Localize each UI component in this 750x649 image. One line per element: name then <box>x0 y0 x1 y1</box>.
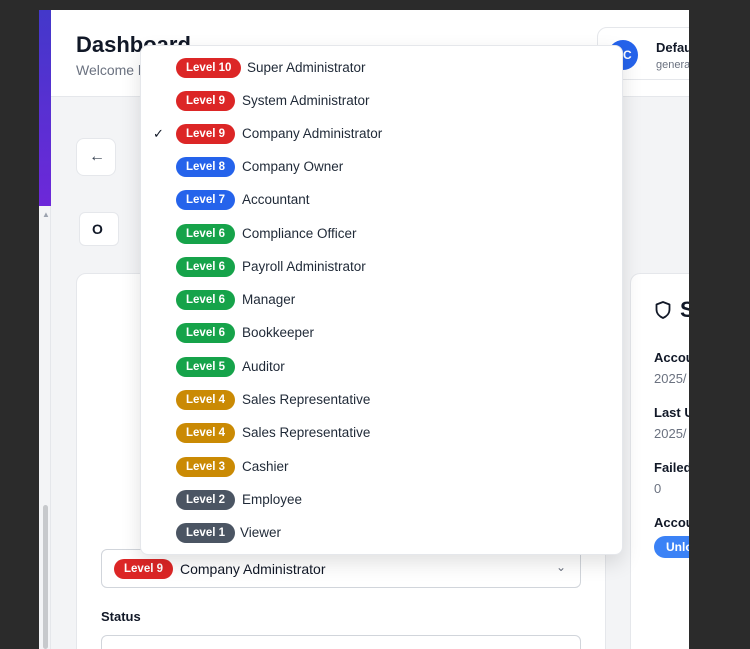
account-status-label: Accou <box>654 515 689 530</box>
role-option-label: Accountant <box>242 192 310 207</box>
role-option-viewer[interactable]: Level 1 Viewer <box>141 518 622 548</box>
role-option-sales-representative[interactable]: Level 4 Sales Representative <box>141 418 622 448</box>
shield-icon <box>655 301 671 319</box>
level-badge: Level 10 <box>176 58 242 78</box>
role-option-compliance-officer[interactable]: Level 6 Compliance Officer <box>141 219 622 249</box>
role-option-sales-representative[interactable]: Level 4 Sales Representative <box>141 385 622 415</box>
level-badge: Level 4 <box>176 423 235 443</box>
status-select[interactable] <box>101 635 581 649</box>
selected-role-label: Company Administrator <box>180 561 326 577</box>
role-option-system-administrator[interactable]: Level 9 System Administrator <box>141 86 622 116</box>
role-option-label: Employee <box>242 492 303 507</box>
browser-viewport: ▲ Dashboard Welcome back DC Default gene… <box>39 10 689 649</box>
sidebar-accent <box>39 10 51 206</box>
level-badge: Level 8 <box>176 157 235 177</box>
level-badge: Level 4 <box>176 390 235 410</box>
sidebar-strip: ▲ <box>39 10 51 649</box>
role-option-label: Auditor <box>242 359 285 374</box>
role-option-label: System Administrator <box>242 93 370 108</box>
level-badge: Level 6 <box>176 257 235 277</box>
role-option-auditor[interactable]: Level 5 Auditor <box>141 352 622 382</box>
last-updated-label: Last U <box>654 405 689 420</box>
check-icon: ✓ <box>153 126 164 141</box>
back-button[interactable]: ← <box>76 138 116 176</box>
level-badge: Level 6 <box>176 224 235 244</box>
role-option-bookkeeper[interactable]: Level 6 Bookkeeper <box>141 318 622 348</box>
role-option-label: Super Administrator <box>247 60 366 75</box>
status-badge: Unlo <box>654 536 689 558</box>
role-option-label: Company Owner <box>242 159 344 174</box>
role-option-super-administrator[interactable]: Level 10 Super Administrator <box>141 53 622 83</box>
level-badge: Level 2 <box>176 490 235 510</box>
level-badge: Level 9 <box>176 124 235 144</box>
account-created-value: 2025/ <box>654 371 687 386</box>
role-option-company-administrator[interactable]: ✓ Level 9 Company Administrator <box>141 119 622 149</box>
role-option-employee[interactable]: Level 2 Employee <box>141 485 622 515</box>
level-badge: Level 9 <box>176 91 235 111</box>
level-badge: Level 3 <box>176 457 235 477</box>
chevron-down-icon: ⌄ <box>555 560 566 574</box>
user-name: Default <box>656 40 689 55</box>
role-dropdown-menu: Level 10 Super Administrator Level 9 Sys… <box>140 45 623 555</box>
role-option-label: Manager <box>242 292 296 307</box>
role-option-label: Cashier <box>242 459 289 474</box>
role-option-label: Compliance Officer <box>242 226 357 241</box>
role-option-manager[interactable]: Level 6 Manager <box>141 285 622 315</box>
role-option-cashier[interactable]: Level 3 Cashier <box>141 452 622 482</box>
role-option-label: Viewer <box>240 525 282 540</box>
role-option-payroll-administrator[interactable]: Level 6 Payroll Administrator <box>141 252 622 282</box>
role-option-accountant[interactable]: Level 7 Accountant <box>141 185 622 215</box>
tab-overview[interactable]: O <box>79 212 119 246</box>
window-frame-top <box>0 0 750 10</box>
role-option-label: Company Administrator <box>242 126 383 141</box>
level-badge: Level 7 <box>176 190 235 210</box>
role-option-company-owner[interactable]: Level 8 Company Owner <box>141 152 622 182</box>
role-option-label: Sales Representative <box>242 392 371 407</box>
level-badge: Level 9 <box>114 559 173 579</box>
role-option-label: Sales Representative <box>242 425 371 440</box>
level-badge: Level 6 <box>176 323 235 343</box>
failed-logins-value: 0 <box>654 481 662 496</box>
role-option-label: Payroll Administrator <box>242 259 366 274</box>
account-created-label: Accou <box>654 350 689 365</box>
last-updated-value: 2025/ <box>654 426 687 441</box>
window-frame-right <box>689 0 750 649</box>
status-label: Status <box>101 609 141 624</box>
arrow-left-icon: ← <box>89 148 105 165</box>
user-email: general <box>656 59 689 71</box>
scrollbar-thumb[interactable] <box>43 505 48 649</box>
scroll-up-arrow-icon[interactable]: ▲ <box>42 210 50 219</box>
level-badge: Level 1 <box>176 523 235 543</box>
role-option-label: Bookkeeper <box>242 325 315 340</box>
level-badge: Level 5 <box>176 357 235 377</box>
level-badge: Level 6 <box>176 290 235 310</box>
failed-logins-label: Failed <box>654 460 689 475</box>
security-card-title: S <box>680 297 689 322</box>
